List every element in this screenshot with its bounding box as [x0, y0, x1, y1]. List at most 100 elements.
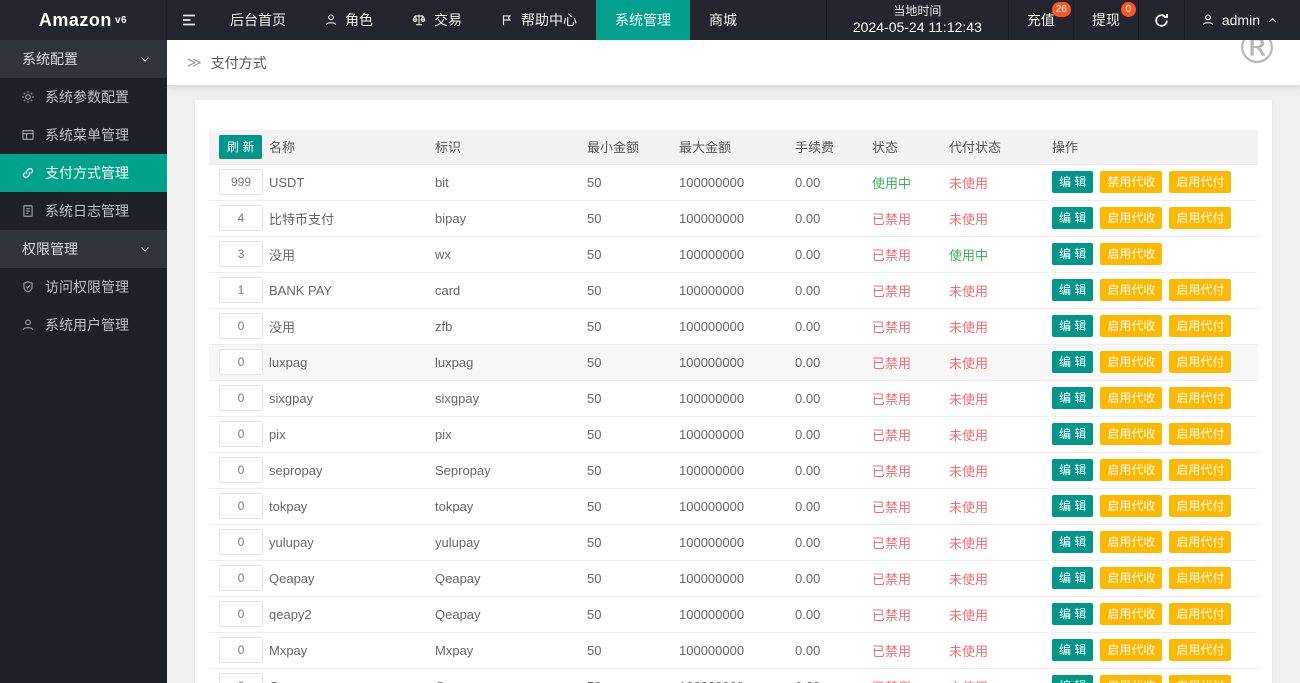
table-refresh-button[interactable]: 刷 新 [219, 134, 263, 159]
sort-input[interactable] [219, 493, 263, 519]
enable-payout-button[interactable]: 启用代付 [1169, 207, 1232, 229]
top-navbar: Amazon v6 后台首页 角色 交易 帮助中心 系统管理 商城 当地时间 2024-05… [0, 0, 1300, 40]
enable-collect-button[interactable]: 启用代收 [1100, 495, 1163, 517]
nav-item-home[interactable]: 后台首页 [211, 0, 305, 40]
edit-button[interactable]: 编 辑 [1052, 171, 1094, 193]
sidebar-item-system-logs[interactable]: 系统日志管理 [0, 192, 167, 230]
sort-input[interactable] [219, 457, 263, 483]
sidebar-item-access-rights[interactable]: 访问权限管理 [0, 268, 167, 306]
min-amount: 50 [585, 596, 677, 633]
enable-collect-button[interactable]: 启用代收 [1100, 207, 1163, 229]
nav-item-roles[interactable]: 角色 [305, 0, 392, 40]
enable-payout-button[interactable]: 启用代付 [1169, 279, 1232, 301]
enable-payout-button[interactable]: 启用代付 [1169, 387, 1232, 409]
sort-input[interactable] [219, 601, 263, 627]
content-area: 刷 新 名称 标识 最小金额 最大金额 手续费 状态 代付状态 操作 USDTb… [167, 85, 1300, 683]
enable-collect-button[interactable]: 启用代收 [1100, 387, 1163, 409]
table-row: sixgpaysixgpay501000000000.00已禁用未使用编 辑启用… [209, 380, 1258, 417]
sort-input[interactable] [219, 277, 263, 303]
edit-button[interactable]: 编 辑 [1052, 387, 1094, 409]
enable-payout-button[interactable]: 启用代付 [1169, 459, 1232, 481]
recharge-button[interactable]: 充值 26 [1007, 0, 1073, 40]
edit-button[interactable]: 编 辑 [1052, 603, 1094, 625]
edit-button[interactable]: 编 辑 [1052, 567, 1094, 589]
sort-input[interactable] [219, 205, 263, 231]
sidebar-item-payment-methods[interactable]: 支付方式管理 [0, 154, 167, 192]
enable-collect-button[interactable]: 启用代收 [1100, 423, 1163, 445]
enable-collect-button[interactable]: 启用代收 [1100, 567, 1163, 589]
payment-code: tokpay [433, 488, 585, 525]
nav-item-mall[interactable]: 商城 [690, 0, 756, 40]
enable-payout-button[interactable]: 启用代付 [1169, 315, 1232, 337]
edit-button[interactable]: 编 辑 [1052, 423, 1094, 445]
sort-input[interactable] [219, 529, 263, 555]
sort-input[interactable] [219, 241, 263, 267]
local-time: 当地时间 2024-05-24 11:12:43 [825, 0, 1008, 40]
enable-payout-button[interactable]: 启用代付 [1169, 423, 1232, 445]
status-badge: 已禁用 [870, 560, 947, 597]
edit-button[interactable]: 编 辑 [1052, 315, 1094, 337]
enable-payout-button[interactable]: 启用代付 [1169, 171, 1232, 193]
admin-menu[interactable]: admin [1183, 0, 1300, 40]
withdraw-button[interactable]: 提现 0 [1072, 0, 1138, 40]
disable-collect-button[interactable]: 禁用代收 [1100, 171, 1163, 193]
payment-name: luxpag [267, 344, 433, 381]
recharge-badge: 26 [1051, 2, 1071, 17]
enable-payout-button[interactable]: 启用代付 [1169, 351, 1232, 373]
nav-item-help[interactable]: 帮助中心 [481, 0, 596, 40]
sort-input[interactable] [219, 637, 263, 663]
refresh-icon[interactable] [1137, 0, 1184, 40]
edit-button[interactable]: 编 辑 [1052, 459, 1094, 481]
col-header-max: 最大金额 [677, 130, 793, 165]
sort-input[interactable] [219, 349, 263, 375]
enable-payout-button[interactable]: 启用代付 [1169, 639, 1232, 661]
enable-collect-button[interactable]: 启用代收 [1100, 315, 1163, 337]
sidebar-group-system-config[interactable]: 系统配置 [0, 40, 167, 78]
enable-payout-button[interactable]: 启用代付 [1169, 603, 1232, 625]
edit-button[interactable]: 编 辑 [1052, 675, 1094, 683]
edit-button[interactable]: 编 辑 [1052, 531, 1094, 553]
sidebar-item-system-params[interactable]: 系统参数配置 [0, 78, 167, 116]
enable-collect-button[interactable]: 启用代收 [1100, 351, 1163, 373]
edit-button[interactable]: 编 辑 [1052, 243, 1094, 265]
status-badge: 已禁用 [870, 308, 947, 345]
payment-code: bit [433, 164, 585, 201]
withdraw-badge: 0 [1120, 2, 1136, 17]
payout-status-badge: 未使用 [947, 560, 1050, 597]
hamburger-icon[interactable] [167, 0, 211, 40]
enable-payout-button[interactable]: 启用代付 [1169, 567, 1232, 589]
sidebar-item-label: 支付方式管理 [45, 165, 129, 181]
payout-status-badge: 未使用 [947, 416, 1050, 453]
edit-button[interactable]: 编 辑 [1052, 351, 1094, 373]
sidebar-item-system-users[interactable]: 系统用户管理 [0, 306, 167, 344]
payout-status-badge: 未使用 [947, 380, 1050, 417]
enable-payout-button[interactable]: 启用代付 [1169, 675, 1232, 683]
sort-input[interactable] [219, 565, 263, 591]
sort-input[interactable] [219, 673, 263, 683]
sort-input[interactable] [219, 385, 263, 411]
enable-payout-button[interactable]: 启用代付 [1169, 495, 1232, 517]
enable-collect-button[interactable]: 启用代收 [1100, 531, 1163, 553]
edit-button[interactable]: 编 辑 [1052, 639, 1094, 661]
enable-collect-button[interactable]: 启用代收 [1100, 639, 1163, 661]
nav-item-trade[interactable]: 交易 [392, 0, 481, 40]
fee-value: 0.00 [793, 668, 870, 683]
edit-button[interactable]: 编 辑 [1052, 279, 1094, 301]
enable-collect-button[interactable]: 启用代收 [1100, 675, 1163, 683]
sidebar-group-permissions[interactable]: 权限管理 [0, 230, 167, 268]
payment-methods-table: 刷 新 名称 标识 最小金额 最大金额 手续费 状态 代付状态 操作 USDTb… [209, 130, 1258, 683]
flag-icon [500, 13, 514, 27]
sort-input[interactable] [219, 169, 263, 195]
enable-collect-button[interactable]: 启用代收 [1100, 603, 1163, 625]
enable-collect-button[interactable]: 启用代收 [1100, 459, 1163, 481]
edit-button[interactable]: 编 辑 [1052, 207, 1094, 229]
enable-collect-button[interactable]: 启用代收 [1100, 243, 1163, 265]
table-header-row: 刷 新 名称 标识 最小金额 最大金额 手续费 状态 代付状态 操作 [209, 130, 1258, 165]
sort-input[interactable] [219, 313, 263, 339]
enable-collect-button[interactable]: 启用代收 [1100, 279, 1163, 301]
edit-button[interactable]: 编 辑 [1052, 495, 1094, 517]
sort-input[interactable] [219, 421, 263, 447]
enable-payout-button[interactable]: 启用代付 [1169, 531, 1232, 553]
nav-item-system[interactable]: 系统管理 [596, 0, 690, 40]
sidebar-item-system-menu[interactable]: 系统菜单管理 [0, 116, 167, 154]
